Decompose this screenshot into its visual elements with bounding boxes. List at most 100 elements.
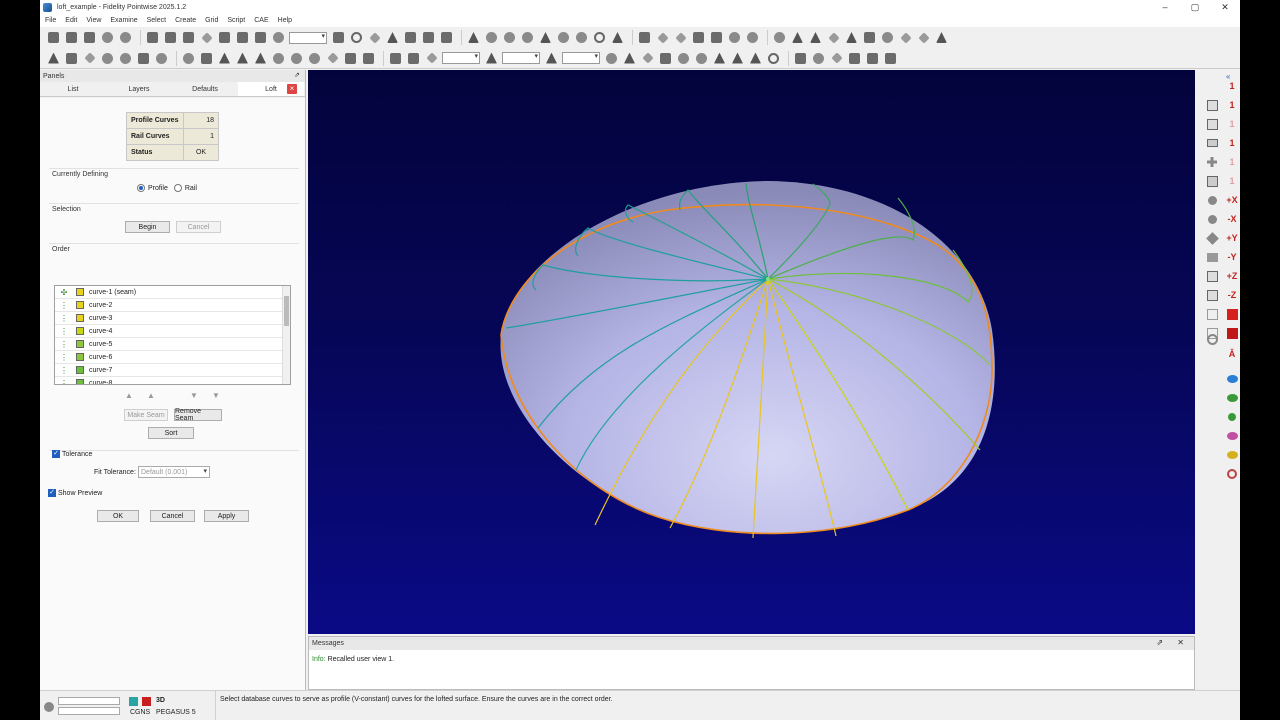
quilt-icon[interactable] bbox=[343, 51, 358, 66]
float-panel-icon[interactable]: ⇗ bbox=[294, 71, 300, 79]
curve-icon[interactable] bbox=[484, 30, 499, 45]
project-icon[interactable] bbox=[439, 30, 454, 45]
solver-name[interactable]: CGNS bbox=[130, 709, 150, 716]
line-icon[interactable] bbox=[466, 30, 481, 45]
skew-icon[interactable] bbox=[730, 51, 745, 66]
sort-button[interactable]: Sort bbox=[148, 427, 194, 439]
view-6-icon[interactable]: 1 bbox=[1225, 174, 1239, 188]
dimension-mode[interactable]: 3D bbox=[156, 697, 165, 704]
eye-highlight-icon[interactable] bbox=[1225, 448, 1239, 462]
undo-icon[interactable] bbox=[100, 30, 115, 45]
block-icon[interactable] bbox=[655, 30, 670, 45]
translate-icon[interactable] bbox=[163, 30, 178, 45]
menu-view[interactable]: View bbox=[86, 17, 101, 24]
new-file-icon[interactable] bbox=[46, 30, 61, 45]
grid-view-2-icon[interactable] bbox=[1205, 288, 1219, 302]
point-icon[interactable] bbox=[826, 30, 841, 45]
view-combo[interactable] bbox=[289, 31, 327, 44]
drag-handle-icon[interactable]: ⋮ bbox=[58, 301, 70, 310]
measure-icon[interactable] bbox=[271, 30, 286, 45]
target-icon[interactable] bbox=[349, 30, 364, 45]
solid-cube-icon[interactable] bbox=[1225, 326, 1239, 340]
angle-combo[interactable] bbox=[502, 52, 540, 64]
hash-icon[interactable] bbox=[424, 51, 439, 66]
normal-icon[interactable] bbox=[727, 30, 742, 45]
order-list[interactable]: ✣ curve-1 (seam) ⋮ curve-2 ⋮ curve-3 ⋮ c… bbox=[54, 285, 291, 385]
grid-fine-icon[interactable] bbox=[406, 51, 421, 66]
list-item[interactable]: ⋮ curve-7 bbox=[55, 364, 282, 377]
fit-tolerance-combo[interactable]: Default (0.001) bbox=[138, 466, 210, 478]
rail-radio[interactable]: Rail bbox=[173, 184, 197, 192]
view-plus-y-icon[interactable]: +Y bbox=[1225, 231, 1239, 245]
db-copy-icon[interactable] bbox=[199, 51, 214, 66]
view-minus-z-icon[interactable]: -Z bbox=[1225, 288, 1239, 302]
pan-icon[interactable] bbox=[1205, 155, 1219, 169]
domain-icon[interactable] bbox=[637, 30, 652, 45]
grid-view-icon[interactable] bbox=[1205, 269, 1219, 283]
revolve-surface-icon[interactable] bbox=[289, 51, 304, 66]
info-icon[interactable] bbox=[694, 51, 709, 66]
list-item[interactable]: ⋮ curve-2 bbox=[55, 299, 282, 312]
block-view-icon[interactable] bbox=[136, 51, 151, 66]
rotate-view-icon[interactable] bbox=[1205, 231, 1219, 245]
make-seam-button[interactable]: Make Seam bbox=[124, 409, 168, 421]
cut-icon[interactable] bbox=[829, 51, 844, 66]
move-point-icon[interactable] bbox=[880, 30, 895, 45]
view-plus-z-icon[interactable]: +Z bbox=[1225, 269, 1239, 283]
arc-center-icon[interactable] bbox=[574, 30, 589, 45]
view-plus-x-icon[interactable]: +X bbox=[1225, 193, 1239, 207]
eye-points-icon[interactable] bbox=[1225, 410, 1239, 424]
model-icon[interactable] bbox=[361, 51, 376, 66]
view-minus-x-icon[interactable]: -X bbox=[1225, 212, 1239, 226]
loft-icon[interactable] bbox=[307, 51, 322, 66]
3d-viewport[interactable] bbox=[308, 70, 1195, 634]
arc-icon[interactable] bbox=[556, 30, 571, 45]
eye-surface-icon[interactable] bbox=[1225, 429, 1239, 443]
view-5-icon[interactable]: 1 bbox=[1225, 155, 1239, 169]
shield-icon[interactable] bbox=[790, 30, 805, 45]
shaded-cube-icon[interactable] bbox=[1225, 307, 1239, 321]
parametric-icon[interactable] bbox=[544, 51, 559, 66]
move-top-icon[interactable]: ▲ bbox=[123, 391, 135, 401]
scissors-icon[interactable] bbox=[1225, 467, 1239, 481]
segment-icon[interactable] bbox=[100, 51, 115, 66]
database-icon[interactable] bbox=[64, 51, 79, 66]
angle-icon[interactable] bbox=[484, 51, 499, 66]
apply-button[interactable]: Apply bbox=[204, 510, 249, 522]
solver-version[interactable]: PEGASUS 5 bbox=[156, 709, 196, 716]
export-icon[interactable] bbox=[865, 51, 880, 66]
warning-icon[interactable] bbox=[748, 51, 763, 66]
probe-icon[interactable] bbox=[385, 30, 400, 45]
list-item[interactable]: ⋮ curve-4 bbox=[55, 325, 282, 338]
menu-edit[interactable]: Edit bbox=[65, 17, 77, 24]
move-up-icon[interactable]: ▲ bbox=[145, 391, 157, 401]
show-preview-checkbox[interactable]: ✓ Show Preview bbox=[48, 489, 102, 497]
erase-icon[interactable] bbox=[367, 30, 382, 45]
view-4-icon[interactable]: 1 bbox=[1225, 136, 1239, 150]
list-item[interactable]: ✣ curve-1 (seam) bbox=[55, 286, 282, 299]
cancel-selection-button[interactable]: Cancel bbox=[176, 221, 221, 233]
diagonal-icon[interactable] bbox=[673, 30, 688, 45]
drag-handle-icon[interactable]: ⋮ bbox=[58, 366, 70, 375]
close-tab-icon[interactable]: × bbox=[287, 84, 297, 94]
parameter-combo[interactable] bbox=[562, 52, 600, 64]
view-minus-y-icon[interactable]: -Y bbox=[1225, 250, 1239, 264]
bend-icon[interactable] bbox=[235, 51, 250, 66]
menu-script[interactable]: Script bbox=[227, 17, 245, 24]
sweep-icon[interactable] bbox=[253, 51, 268, 66]
menu-cae[interactable]: CAE bbox=[254, 17, 268, 24]
spline-icon[interactable] bbox=[502, 30, 517, 45]
open-file-icon[interactable] bbox=[64, 30, 79, 45]
tab-list[interactable]: List bbox=[40, 82, 106, 96]
image-icon[interactable] bbox=[1205, 174, 1219, 188]
tab-defaults[interactable]: Defaults bbox=[172, 82, 238, 96]
menu-create[interactable]: Create bbox=[175, 17, 196, 24]
zoom-fit-icon[interactable] bbox=[1205, 117, 1219, 131]
circle-icon[interactable] bbox=[592, 30, 607, 45]
drag-handle-icon[interactable]: ⋮ bbox=[58, 353, 70, 362]
save-icon[interactable] bbox=[82, 30, 97, 45]
layer-icon[interactable] bbox=[331, 30, 346, 45]
menu-select[interactable]: Select bbox=[147, 17, 166, 24]
cancel-button[interactable]: Cancel bbox=[150, 510, 195, 522]
mirror-icon[interactable] bbox=[199, 30, 214, 45]
